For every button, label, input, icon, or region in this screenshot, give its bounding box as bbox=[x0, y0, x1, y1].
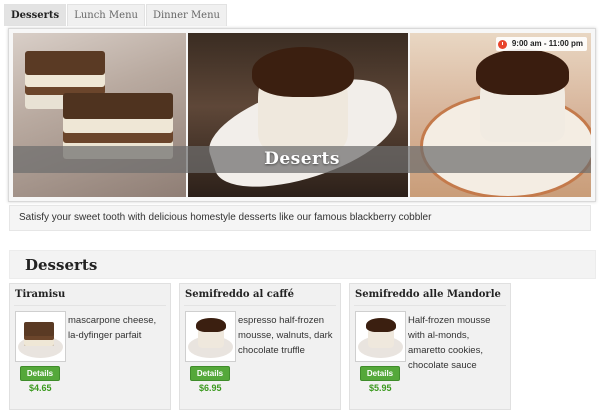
item-name: Semifreddo al caffé bbox=[185, 289, 294, 300]
cake-slice bbox=[24, 322, 54, 346]
divider bbox=[184, 305, 336, 306]
hours-badge: 9:00 am - 11:00 pm bbox=[495, 37, 587, 51]
tab-lunch-menu[interactable]: Lunch Menu bbox=[67, 4, 145, 26]
item-price: $6.95 bbox=[199, 383, 222, 393]
category-description: Satisfy your sweet tooth with delicious … bbox=[9, 205, 591, 231]
chocolate-topping bbox=[366, 318, 396, 332]
section-header: Desserts bbox=[9, 250, 596, 279]
details-button[interactable]: Details bbox=[190, 366, 230, 381]
item-name: Semifreddo alle Mandorle bbox=[355, 289, 501, 300]
menu-item-card: Semifreddo al caffé espresso half-frozen… bbox=[179, 283, 341, 410]
details-button[interactable]: Details bbox=[20, 366, 60, 381]
menu-tabs: Desserts Lunch Menu Dinner Menu bbox=[4, 4, 228, 26]
chocolate-topping bbox=[476, 49, 569, 95]
item-price: $5.95 bbox=[369, 383, 392, 393]
clock-icon bbox=[497, 39, 507, 49]
chocolate-topping bbox=[196, 318, 226, 332]
item-name: Tiramisu bbox=[15, 289, 66, 300]
banner: Deserts 9:00 am - 11:00 pm bbox=[8, 28, 596, 202]
banner-title-band: Deserts bbox=[13, 146, 591, 173]
tab-desserts[interactable]: Desserts bbox=[4, 4, 67, 26]
description-text: Satisfy your sweet tooth with delicious … bbox=[19, 212, 432, 223]
banner-title: Deserts bbox=[264, 149, 340, 169]
item-thumbnail[interactable] bbox=[355, 311, 406, 362]
menu-item-card: Tiramisu mascarpone cheese, la-dyfinger … bbox=[9, 283, 171, 410]
hours-text: 9:00 am - 11:00 pm bbox=[511, 39, 583, 48]
item-thumbnail[interactable] bbox=[185, 311, 236, 362]
item-description: Half-frozen mousse with al-monds, amaret… bbox=[408, 315, 491, 371]
item-thumbnail[interactable] bbox=[15, 311, 66, 362]
tab-dinner-menu[interactable]: Dinner Menu bbox=[145, 4, 227, 26]
divider bbox=[14, 305, 166, 306]
item-description: espresso half-frozen mousse, walnuts, da… bbox=[238, 315, 333, 356]
details-button[interactable]: Details bbox=[360, 366, 400, 381]
section-title: Desserts bbox=[25, 256, 98, 274]
item-price: $4.65 bbox=[29, 383, 52, 393]
chocolate-topping bbox=[252, 47, 354, 97]
item-description: mascarpone cheese, la-dyfinger parfait bbox=[68, 315, 157, 341]
menu-item-card: Semifreddo alle Mandorle Half-frozen mou… bbox=[349, 283, 511, 410]
banner-image: Deserts 9:00 am - 11:00 pm bbox=[13, 33, 591, 197]
divider bbox=[354, 305, 506, 306]
